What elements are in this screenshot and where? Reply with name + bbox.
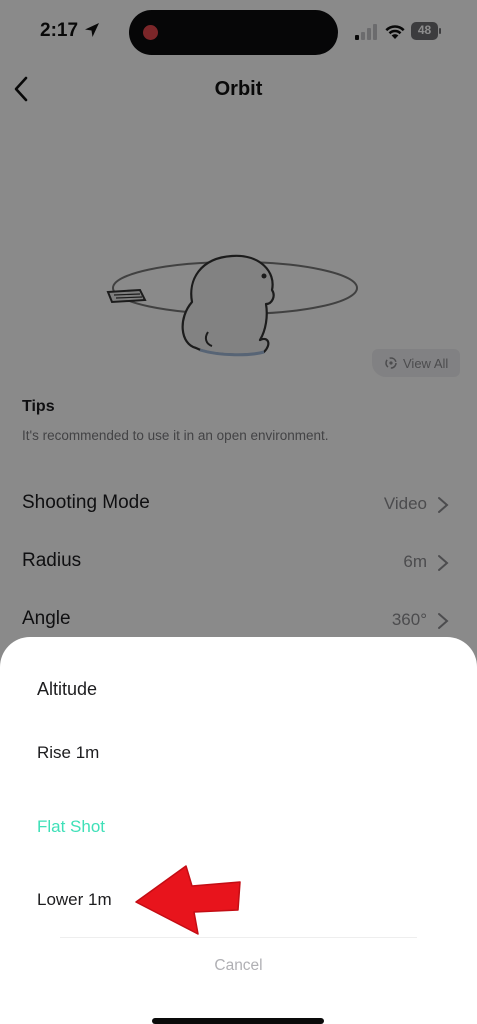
home-indicator[interactable] — [152, 1018, 324, 1024]
divider — [60, 937, 417, 938]
option-lower-1m[interactable]: Lower 1m — [37, 890, 112, 910]
altitude-sheet: Altitude Rise 1m Flat Shot Lower 1m Canc… — [0, 637, 477, 1024]
option-flat-shot[interactable]: Flat Shot — [37, 817, 105, 837]
option-rise-1m[interactable]: Rise 1m — [37, 743, 99, 763]
red-arrow-icon — [135, 865, 241, 935]
cancel-button[interactable]: Cancel — [0, 957, 477, 975]
sheet-title: Altitude — [37, 679, 98, 699]
